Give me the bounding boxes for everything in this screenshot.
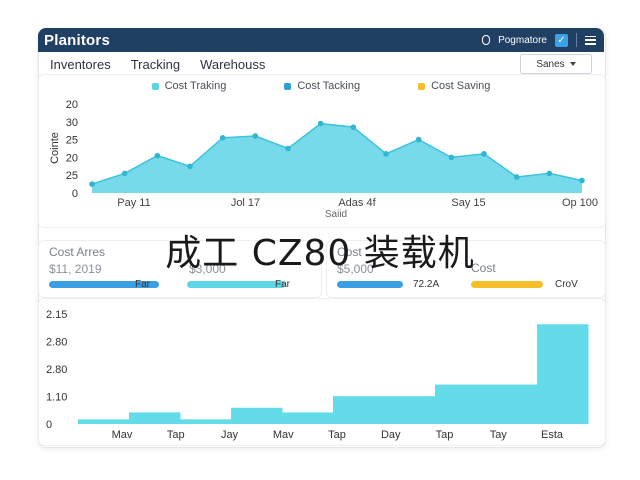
- data-point: [154, 152, 161, 159]
- kpi-progress-bar: [337, 281, 403, 288]
- bar: [180, 419, 232, 424]
- data-point: [513, 174, 520, 180]
- data-point: [317, 120, 324, 127]
- legend-swatch: [284, 82, 292, 90]
- kpi-title: Cost: [471, 261, 496, 275]
- kpi-bar-label: CroV: [555, 279, 578, 290]
- data-point: [546, 170, 553, 177]
- kpi-progress-bar: [471, 281, 543, 288]
- legend-label: Cost Saving: [431, 80, 491, 92]
- x-tick-label: Tap: [167, 429, 185, 441]
- bar: [129, 412, 181, 424]
- y-tick-label: 25: [66, 170, 78, 182]
- chart-legend: Cost Traking Cost Tacking Cost Saving: [38, 78, 604, 94]
- data-point: [89, 181, 95, 187]
- data-point: [579, 177, 585, 184]
- data-point: [350, 124, 357, 130]
- tab-warehouss[interactable]: Warehouss: [200, 57, 265, 72]
- kpi-bar-label: 72.2A: [413, 279, 440, 290]
- chevron-down-icon: [569, 62, 576, 66]
- x-tick-label: Day: [381, 429, 401, 441]
- data-point: [448, 154, 455, 161]
- kpi-value: $11, 2019: [49, 262, 102, 276]
- user-icon[interactable]: [482, 35, 491, 45]
- kpi-bar-label: Far: [275, 279, 290, 290]
- x-tick-label: Tap: [436, 429, 454, 441]
- x-tick-label: Mav: [273, 429, 294, 441]
- kpi-title: Cost: [337, 245, 362, 259]
- data-point: [121, 170, 128, 177]
- y-axis-label: Cointe: [49, 132, 61, 164]
- top-bar-actions: Pogmatore ✓: [482, 33, 596, 47]
- bar: [333, 396, 385, 424]
- x-tick-label: Tap: [328, 429, 346, 441]
- bar: [486, 384, 538, 424]
- area-chart: 20 30 25 20 25 0 Cointe Pay 11 Jol 17 Adas 4f Say …: [49, 99, 598, 220]
- x-axis-label: Saiid: [325, 209, 347, 220]
- legend-item[interactable]: Cost Traking: [151, 78, 227, 94]
- y-tick-label: 0: [72, 188, 78, 200]
- period-select[interactable]: Sanes: [520, 54, 592, 74]
- legend-label: Cost Tacking: [297, 80, 361, 92]
- x-tick-label: Tay: [490, 429, 508, 441]
- x-tick-label: Esta: [541, 429, 564, 441]
- bar: [231, 407, 283, 424]
- bar: [435, 384, 487, 424]
- nav-bar: Inventores Tracking Warehouss Sanes: [38, 52, 604, 76]
- data-point: [252, 133, 259, 139]
- y-tick-label: 20: [66, 152, 78, 164]
- kpi-title: Cost Arres: [49, 245, 106, 259]
- y-tick-label: 0: [46, 419, 52, 431]
- x-tick-label: Adas 4f: [338, 197, 376, 209]
- kpi-progress-bar: [187, 281, 285, 288]
- data-point: [383, 151, 389, 157]
- x-tick-label: Jay: [221, 429, 239, 441]
- data-point: [285, 145, 291, 152]
- data-point: [481, 151, 487, 157]
- legend-swatch: [151, 82, 159, 90]
- user-label[interactable]: Pogmatore: [498, 35, 547, 46]
- kpi-bar-label: Far: [135, 279, 150, 290]
- x-tick-label: Say 15: [451, 197, 485, 209]
- x-tick-label: Pay 11: [117, 197, 150, 209]
- brand-title: Planitors: [44, 31, 110, 49]
- top-bar: Planitors Pogmatore ✓: [38, 28, 604, 52]
- legend-item[interactable]: Cost Saving: [418, 78, 490, 94]
- bar: [384, 396, 436, 424]
- kpi-value: $5,000: [337, 262, 374, 276]
- tab-tracking[interactable]: Tracking: [131, 57, 180, 72]
- checkbox-icon[interactable]: ✓: [555, 33, 568, 47]
- bar: [78, 419, 130, 424]
- y-tick-label: 2.80: [46, 364, 67, 376]
- data-point: [415, 136, 422, 143]
- data-point: [219, 135, 226, 141]
- legend-item[interactable]: Cost Tacking: [284, 78, 360, 94]
- y-tick-label: 2.15: [46, 309, 67, 321]
- tab-inventores[interactable]: Inventores: [50, 57, 111, 72]
- y-tick-label: 30: [66, 117, 78, 129]
- y-tick-label: 20: [66, 99, 78, 111]
- x-tick-label: Op 100: [562, 197, 598, 209]
- x-tick-label: Mav: [112, 429, 133, 441]
- kpi-card-left: Cost Arres $11, 2019 $3,000 Far Far: [38, 240, 322, 298]
- data-point: [187, 163, 193, 170]
- y-tick-label: 2.80: [46, 337, 67, 349]
- legend-swatch: [418, 82, 426, 90]
- x-tick-label: Jol 17: [231, 197, 260, 209]
- bar: [537, 324, 589, 424]
- kpi-card-right: Cost $5,000 Cost 72.2A CroV: [326, 240, 606, 298]
- legend-label: Cost Traking: [164, 80, 227, 92]
- period-select-value: Sanes: [536, 58, 565, 70]
- y-tick-label: 1.10: [46, 392, 67, 404]
- hamburger-menu-icon[interactable]: [585, 35, 596, 45]
- divider: [576, 33, 577, 47]
- kpi-value: $3,000: [189, 262, 226, 276]
- bar: [282, 412, 334, 424]
- step-bar-chart: 2.15 2.80 2.80 1.10 0 Mav Tap Jay Mav Tap Day Tap Ta…: [46, 309, 589, 441]
- y-tick-label: 25: [66, 135, 78, 147]
